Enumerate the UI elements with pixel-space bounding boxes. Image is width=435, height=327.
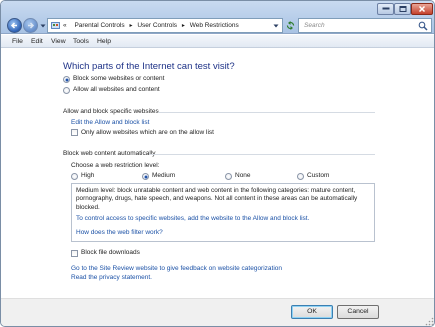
cancel-button[interactable]: Cancel [337, 305, 379, 319]
web-filter-help-link[interactable]: How does the web filter work? [76, 229, 163, 236]
menu-help[interactable]: Help [97, 38, 111, 45]
level-description: Medium level: block unratable content an… [76, 187, 358, 211]
breadcrumb-user-controls[interactable]: User Controls [137, 22, 177, 29]
level-medium-radio[interactable] [142, 173, 149, 180]
forward-arrow-icon [28, 22, 35, 29]
section-divider [149, 154, 375, 155]
site-review-link[interactable]: Go to the Site Review website to give fe… [71, 265, 282, 272]
breadcrumb-chevron-icon[interactable]: ▸ [182, 23, 185, 29]
address-dropdown-icon[interactable] [273, 23, 279, 29]
allow-block-list-help-link[interactable]: To control access to specific websites, … [76, 215, 309, 222]
radio-block-some[interactable] [63, 76, 70, 83]
section-title-allow-block: Allow and block specific websites [63, 108, 159, 115]
search-placeholder: Search [304, 22, 325, 29]
level-high-radio[interactable] [71, 173, 78, 180]
radio-allow-all[interactable] [63, 87, 70, 94]
parental-controls-window: « Parental Controls ▸ User Controls ▸ We… [0, 0, 435, 327]
level-medium-label[interactable]: Medium [152, 172, 175, 179]
menu-edit[interactable]: Edit [31, 38, 43, 45]
recent-pages-chevron-icon[interactable] [40, 23, 46, 29]
search-box[interactable]: Search [298, 18, 432, 33]
back-button[interactable] [7, 18, 22, 33]
breadcrumb-parental-controls[interactable]: Parental Controls [74, 22, 124, 29]
refresh-icon[interactable] [285, 20, 296, 31]
menu-view[interactable]: View [51, 38, 66, 45]
section-divider [158, 112, 375, 113]
level-none-label[interactable]: None [235, 172, 251, 179]
level-custom-label[interactable]: Custom [307, 172, 329, 179]
level-none-radio[interactable] [225, 173, 232, 180]
address-bar[interactable]: « Parental Controls ▸ User Controls ▸ We… [47, 18, 283, 33]
menu-file[interactable]: File [12, 38, 23, 45]
edit-allow-block-list-link[interactable]: Edit the Allow and block list [71, 119, 149, 126]
minimize-button[interactable] [377, 3, 394, 15]
ok-button[interactable]: OK [291, 305, 333, 319]
level-description-box: Medium level: block unratable content an… [71, 183, 375, 242]
radio-block-some-label[interactable]: Block some websites or content [73, 75, 164, 82]
level-high-label[interactable]: High [81, 172, 94, 179]
button-bar: OK Cancel [1, 298, 434, 326]
block-downloads-label[interactable]: Block file downloads [81, 249, 140, 256]
only-allow-checkbox-label[interactable]: Only allow websites which are on the all… [81, 129, 214, 136]
restriction-level-label: Choose a web restriction level: [71, 162, 160, 169]
back-arrow-icon [10, 22, 17, 29]
menu-bar: File Edit View Tools Help [1, 35, 434, 48]
control-panel-icon [51, 22, 60, 29]
page-title: Which parts of the Internet can test vis… [63, 61, 235, 72]
privacy-statement-link[interactable]: Read the privacy statement. [71, 274, 152, 281]
close-button[interactable] [411, 3, 433, 15]
resize-grip-icon[interactable] [425, 317, 434, 326]
radio-allow-all-label[interactable]: Allow all websites and content [73, 86, 160, 93]
search-icon[interactable] [418, 21, 428, 31]
block-downloads-checkbox[interactable] [71, 250, 78, 257]
level-custom-radio[interactable] [297, 173, 304, 180]
menu-tools[interactable]: Tools [73, 38, 89, 45]
breadcrumb: « Parental Controls ▸ User Controls ▸ We… [63, 22, 239, 29]
breadcrumb-web-restrictions[interactable]: Web Restrictions [190, 22, 239, 29]
only-allow-checkbox[interactable] [71, 129, 78, 136]
breadcrumb-overflow[interactable]: « [63, 22, 67, 29]
maximize-button[interactable] [394, 3, 411, 15]
breadcrumb-chevron-icon[interactable]: ▸ [129, 23, 132, 29]
forward-button[interactable] [23, 18, 38, 33]
title-bar: « Parental Controls ▸ User Controls ▸ We… [1, 1, 434, 34]
section-title-web-content: Block web content automatically [63, 150, 156, 157]
main-content: Which parts of the Internet can test vis… [1, 49, 434, 299]
